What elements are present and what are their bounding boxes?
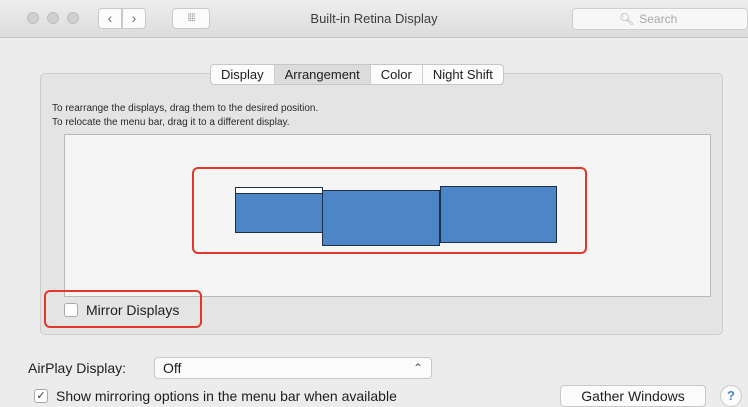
search-icon: 🔍︎ — [619, 12, 635, 26]
mirror-displays-label: Mirror Displays — [86, 302, 180, 318]
help-button[interactable]: ? — [720, 385, 742, 407]
tab-arrangement[interactable]: Arrangement — [273, 65, 370, 84]
tab-display[interactable]: Display — [211, 65, 274, 84]
instruction-line-1: To rearrange the displays, drag them to … — [52, 103, 319, 114]
search-placeholder: Search — [639, 12, 678, 26]
airplay-select[interactable]: Off ⌃︎ — [154, 357, 432, 379]
airplay-value: Off — [163, 360, 182, 376]
mirror-displays-option[interactable]: Mirror Displays — [64, 302, 179, 318]
tab-night-shift[interactable]: Night Shift — [421, 65, 503, 84]
displays-highlight — [192, 167, 587, 254]
updown-chevron-icon: ⌃︎ — [412, 361, 423, 375]
mirror-displays-checkbox[interactable] — [64, 303, 78, 317]
instruction-line-2: To relocate the menu bar, drag it to a d… — [52, 117, 290, 128]
title-bar: ‹ › ⁞⁞⁞⁞ Built-in Retina Display 🔍︎ Searc… — [0, 0, 748, 38]
tab-bar: Display Arrangement Color Night Shift — [210, 64, 504, 85]
gather-windows-button[interactable]: Gather Windows — [560, 385, 706, 407]
show-mirroring-option[interactable]: ✓ Show mirroring options in the menu bar… — [34, 388, 397, 404]
tab-color[interactable]: Color — [369, 65, 422, 84]
show-mirroring-label: Show mirroring options in the menu bar w… — [56, 388, 397, 404]
show-mirroring-checkbox[interactable]: ✓ — [34, 389, 48, 403]
search-field[interactable]: 🔍︎ Search — [572, 8, 748, 30]
airplay-label: AirPlay Display: — [28, 360, 127, 376]
